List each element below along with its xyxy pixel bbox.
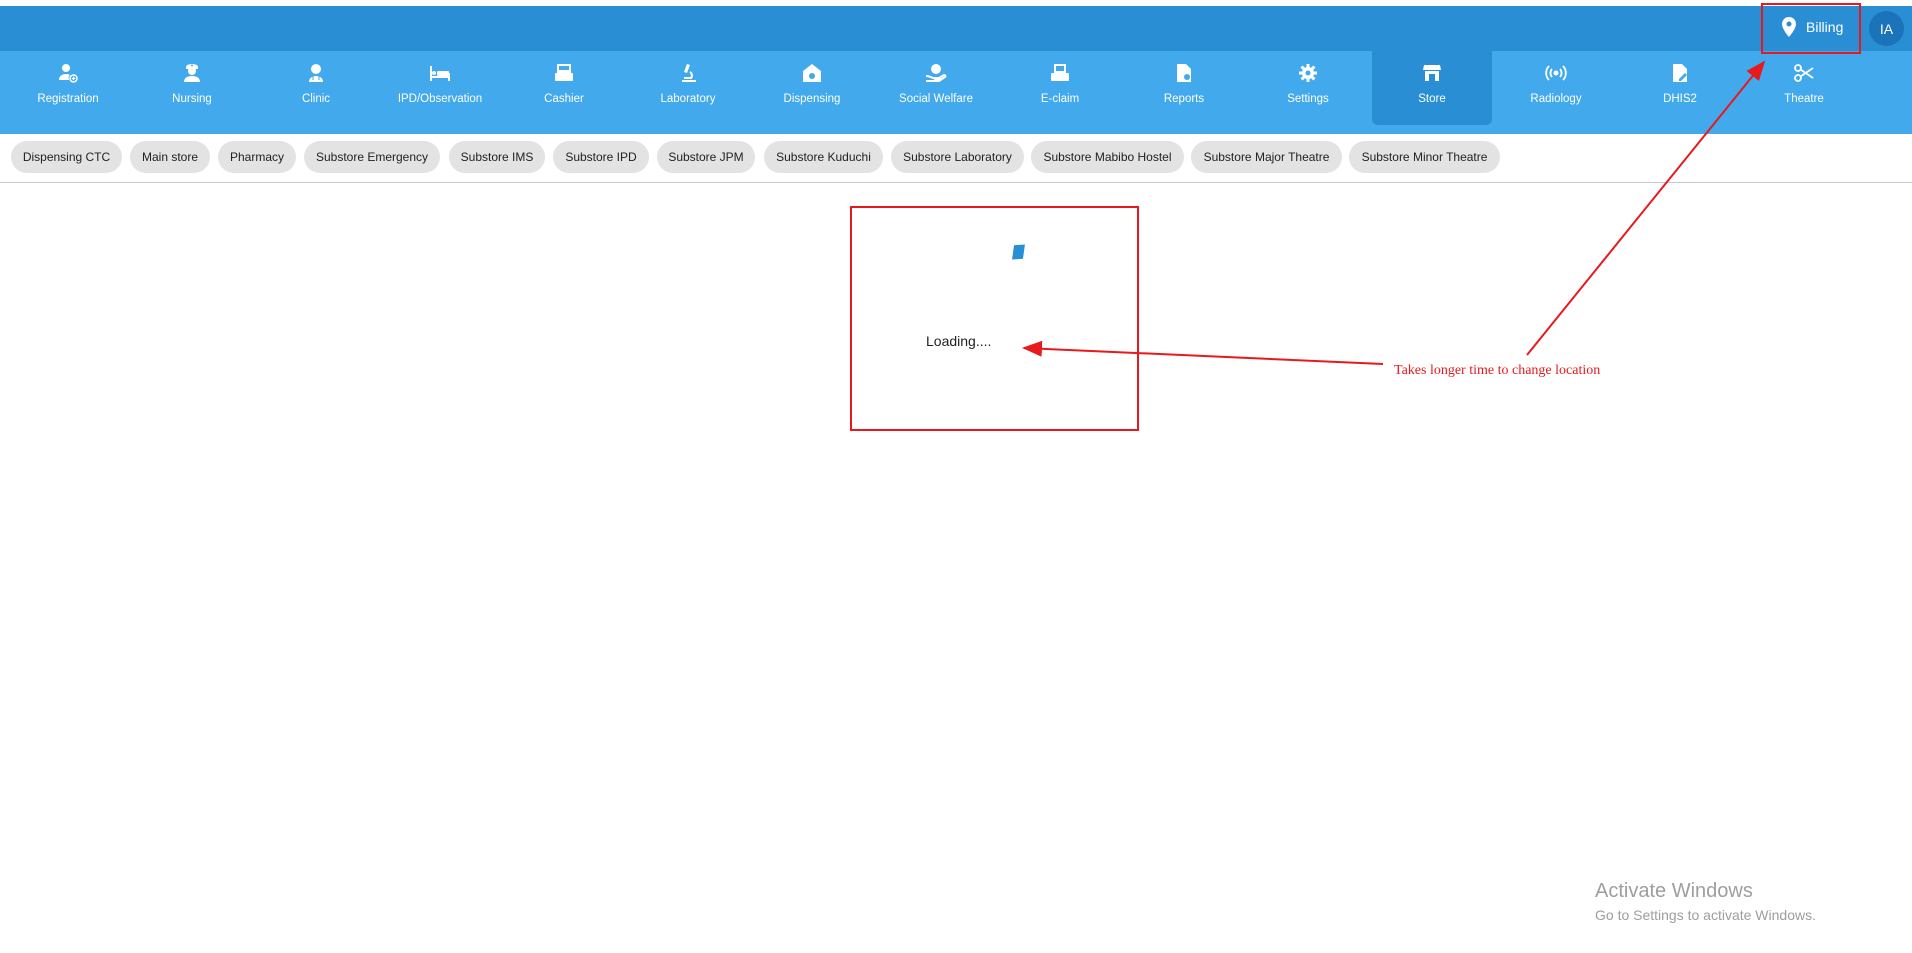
annotation-note: Takes longer time to change location (1394, 363, 1601, 378)
windows-activation-watermark: Activate Windows Go to Settings to activ… (1595, 880, 1816, 923)
watermark-subtitle: Go to Settings to activate Windows. (1595, 907, 1816, 923)
annotation-arrow-to-location (1526, 60, 1766, 356)
annotation-arrows (1022, 60, 1766, 365)
annotation-arrow-to-loading (1022, 340, 1384, 365)
watermark-title: Activate Windows (1595, 880, 1753, 902)
